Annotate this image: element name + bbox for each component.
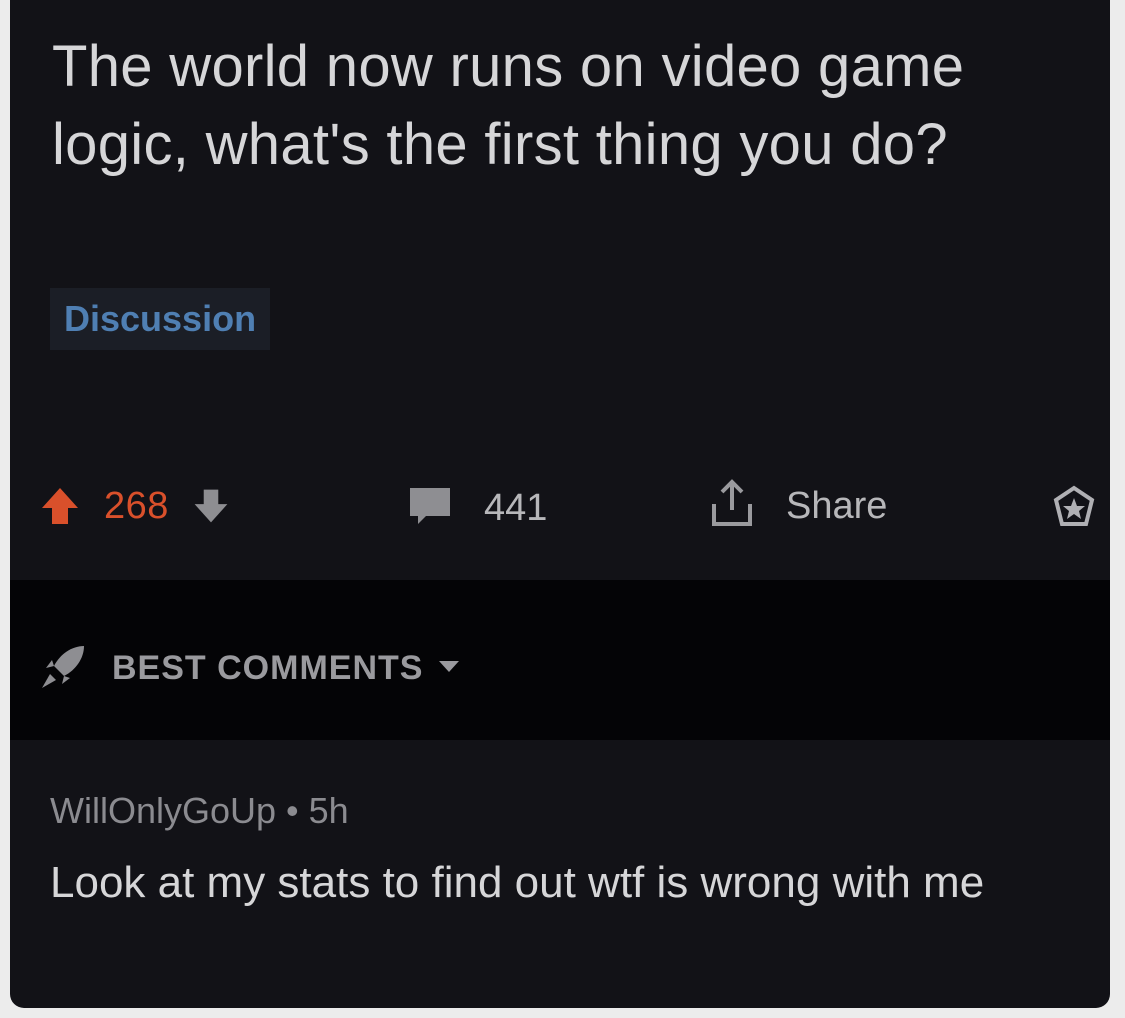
caret-down-icon bbox=[437, 658, 461, 679]
comment-meta: WillOnlyGoUp • 5h bbox=[50, 790, 349, 832]
comment-body: Look at my stats to find out wtf is wron… bbox=[50, 858, 985, 907]
post-action-bar: 268 441 Share bbox=[10, 474, 1110, 544]
comment-age: 5h bbox=[308, 790, 349, 831]
rocket-icon bbox=[38, 640, 90, 697]
award-button[interactable] bbox=[1050, 484, 1098, 537]
downvote-arrow-icon[interactable] bbox=[191, 486, 231, 526]
sort-label: BEST COMMENTS bbox=[112, 649, 424, 687]
sort-dropdown[interactable]: BEST COMMENTS bbox=[38, 640, 461, 697]
comments-button[interactable]: 441 bbox=[406, 484, 547, 533]
speech-bubble-icon bbox=[406, 484, 454, 533]
upvote-arrow-icon[interactable] bbox=[38, 484, 82, 528]
post-flair[interactable]: Discussion bbox=[50, 288, 271, 350]
share-icon bbox=[708, 476, 756, 537]
award-icon bbox=[1050, 484, 1098, 537]
post-card: The world now runs on video game logic, … bbox=[10, 0, 1110, 1008]
vote-score: 268 bbox=[104, 484, 169, 527]
meta-separator: • bbox=[286, 790, 299, 831]
share-button[interactable]: Share bbox=[708, 476, 887, 537]
post-title[interactable]: The world now runs on video game logic, … bbox=[52, 28, 1052, 184]
comment-sort-bar: BEST COMMENTS bbox=[10, 580, 1110, 740]
comment-count: 441 bbox=[484, 487, 548, 529]
share-label: Share bbox=[786, 485, 888, 527]
comment-author[interactable]: WillOnlyGoUp bbox=[50, 790, 276, 832]
vote-controls: 268 bbox=[38, 484, 231, 528]
